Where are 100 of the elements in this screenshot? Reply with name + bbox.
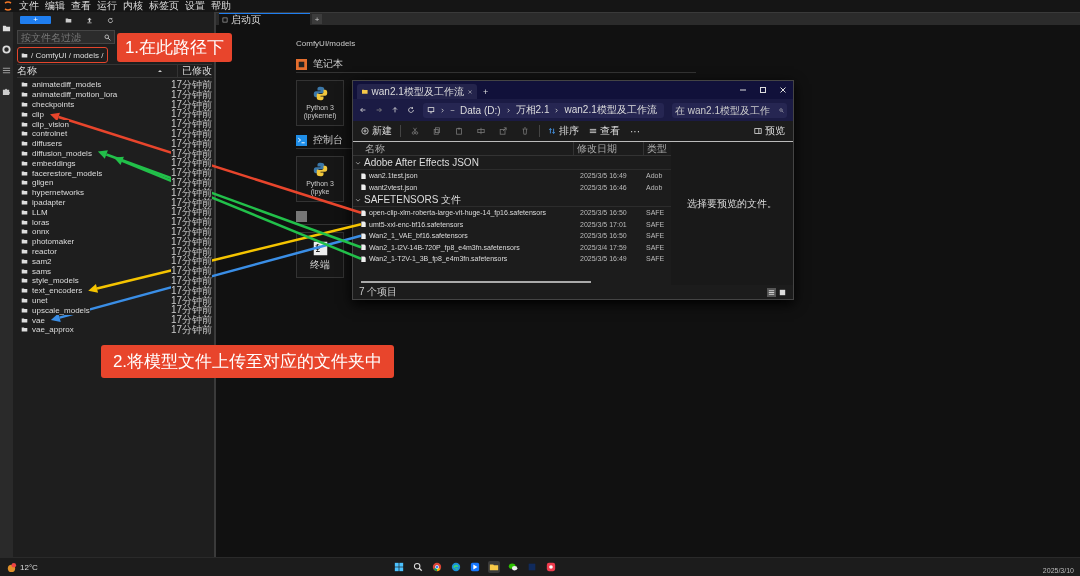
share-icon[interactable] <box>499 127 507 135</box>
delete-icon[interactable] <box>521 127 529 135</box>
folder-name[interactable]: controlnet <box>32 129 68 139</box>
folder-name[interactable]: diffusion_models <box>32 148 92 158</box>
modified-time: 17分钟前 <box>170 177 212 188</box>
copy-icon[interactable] <box>433 127 441 135</box>
menu-item[interactable]: 标签页 <box>149 0 179 12</box>
folder-name[interactable]: vae_approx <box>32 325 74 335</box>
tab-title: wan2.1模型及工作流 <box>371 84 464 99</box>
folder-name[interactable]: clip <box>32 109 44 119</box>
folder-name[interactable]: animatediff_motion_lora <box>32 90 118 100</box>
app-icon[interactable] <box>469 561 481 573</box>
file-explorer-icon[interactable] <box>488 561 500 573</box>
folder-name[interactable]: gligen <box>32 178 54 188</box>
folder-name[interactable]: facerestore_models <box>32 168 103 178</box>
maximize-icon[interactable] <box>758 85 768 95</box>
list-icon[interactable] <box>2 66 11 75</box>
folder-name[interactable]: unet <box>32 295 48 305</box>
browser-icon[interactable] <box>431 561 443 573</box>
column-header[interactable]: 已修改 <box>177 64 212 78</box>
forward-arrow-icon[interactable] <box>375 106 383 114</box>
launcher-path: ComfyUI/models <box>296 39 357 48</box>
python-logo-icon <box>312 162 328 177</box>
app-icon[interactable] <box>545 561 557 573</box>
breadcrumb-item[interactable]: wan2.1模型及工作流 <box>564 103 657 117</box>
folder-name[interactable]: hypernetworks <box>32 188 85 198</box>
column-header[interactable]: 名称 <box>353 141 573 156</box>
new-launcher-button[interactable]: + <box>20 16 51 24</box>
close-icon[interactable] <box>778 85 788 95</box>
menu-item[interactable]: 帮助 <box>211 0 231 12</box>
new-button[interactable]: 新建 <box>359 124 394 138</box>
folder-name[interactable]: LLM <box>32 207 48 217</box>
paste-icon[interactable] <box>455 127 463 135</box>
filter-field[interactable]: 按文件名过滤 <box>17 30 115 44</box>
details-view-icon[interactable] <box>767 287 776 297</box>
cut-icon[interactable] <box>411 127 419 135</box>
puzzle-icon[interactable] <box>2 87 11 96</box>
search-field[interactable]: 在 wan2.1模型及工作 <box>672 102 787 118</box>
view-button[interactable]: 查看 <box>587 124 622 138</box>
sort-icon <box>548 127 556 135</box>
refresh-icon[interactable] <box>107 16 114 24</box>
menu-item[interactable]: 编辑 <box>45 0 65 12</box>
search-icon[interactable] <box>412 561 424 573</box>
folder-name[interactable]: sam2 <box>32 256 52 266</box>
folder-name[interactable]: diffusers <box>32 139 63 149</box>
section-title: 控制台 <box>313 133 343 147</box>
folder-name[interactable]: animatediff_models <box>32 80 102 90</box>
preview-button[interactable]: 预览 <box>752 124 787 138</box>
new-tab-button[interactable]: + <box>477 84 495 99</box>
column-header[interactable]: 修改日期 <box>573 141 643 156</box>
weather-temperature: 12°C <box>20 562 38 572</box>
folder-icon[interactable] <box>2 24 11 33</box>
folder-name[interactable]: upscale_models <box>32 305 90 315</box>
new-tab-button[interactable]: + <box>312 14 322 24</box>
up-arrow-icon[interactable] <box>391 106 399 114</box>
tiles-view-icon[interactable] <box>778 287 787 297</box>
sort-button[interactable]: 排序 <box>546 124 581 138</box>
menu-item[interactable]: 运行 <box>97 0 117 12</box>
weather-icon[interactable] <box>6 561 17 573</box>
modified-time: 17分钟前 <box>170 266 212 276</box>
folder-name[interactable]: style_models <box>32 276 79 286</box>
breadcrumb-item[interactable]: 万相2.1 <box>515 103 550 117</box>
preview-message: 选择要预览的文件。 <box>687 196 777 211</box>
folder-name[interactable]: checkpoints <box>32 100 75 109</box>
chat-app-icon[interactable] <box>507 561 519 573</box>
modified-time: 17分钟前 <box>170 246 212 257</box>
explorer-tab[interactable]: wan2.1模型及工作流 <box>357 84 477 99</box>
menu-item[interactable]: 设置 <box>185 0 205 12</box>
menu-item[interactable]: 内核 <box>123 0 143 12</box>
breadcrumb-item[interactable]: Data (D:) <box>460 104 501 116</box>
circle-icon[interactable] <box>2 45 11 54</box>
tab[interactable]: 启动页 <box>219 13 310 25</box>
more-button[interactable]: ··· <box>628 125 642 137</box>
folder-name[interactable]: onnx <box>32 227 50 237</box>
folder-name[interactable]: loras <box>32 217 50 227</box>
folder-icon <box>362 88 368 95</box>
folder-name[interactable]: photomaker <box>32 237 75 247</box>
chevron-icon[interactable] <box>355 159 361 166</box>
modified-time: 17分钟前 <box>170 207 212 218</box>
menu-item[interactable]: 文件 <box>19 0 39 12</box>
path-text[interactable]: / ComfyUI / models / <box>31 50 104 60</box>
folder-name[interactable]: ipadapter <box>32 197 66 207</box>
column-header[interactable]: 名称 <box>17 64 157 78</box>
modified-time: 17分钟前 <box>170 148 212 159</box>
chevron-icon[interactable] <box>355 196 361 203</box>
new-folder-icon[interactable] <box>65 16 72 24</box>
folder-name[interactable]: text_encoders <box>32 286 83 296</box>
menu-item[interactable]: 查看 <box>71 0 91 12</box>
refresh-icon[interactable] <box>407 106 415 114</box>
folder-name[interactable]: embeddings <box>32 158 76 168</box>
edge-browser-icon[interactable] <box>450 561 462 573</box>
start-icon[interactable] <box>393 561 405 573</box>
upload-icon[interactable] <box>86 16 93 24</box>
scrollbar-thumb[interactable] <box>361 281 591 283</box>
back-arrow-icon[interactable] <box>359 106 367 114</box>
folder-name[interactable]: reactor <box>32 246 57 256</box>
more-icon[interactable] <box>450 107 455 113</box>
address-bar[interactable]: Data (D:) 万相2.1 wan2.1模型及工作流 <box>423 102 664 118</box>
breadcrumb-path[interactable]: / ComfyUI / models / <box>17 47 108 63</box>
folder-name[interactable]: clip_vision <box>32 119 69 129</box>
